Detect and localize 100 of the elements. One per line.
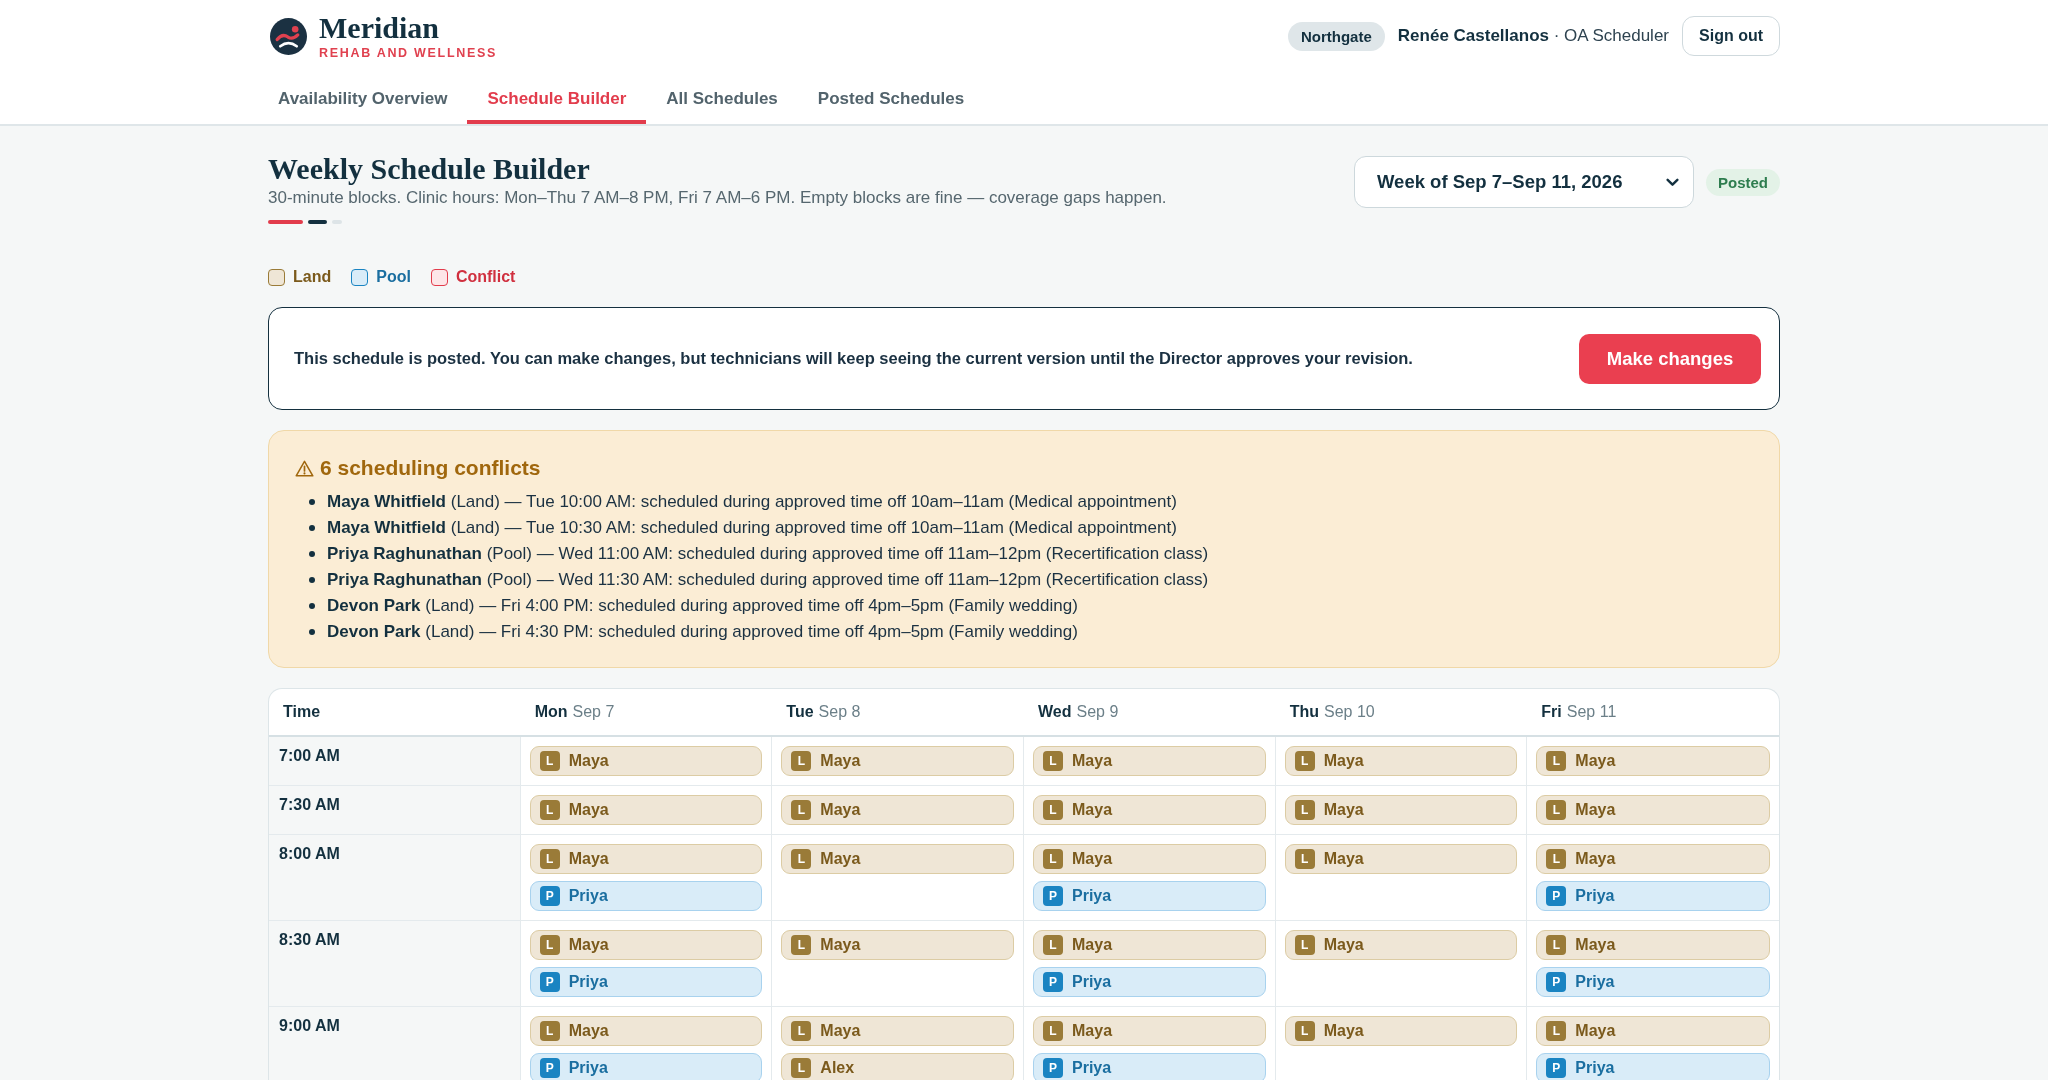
location-badge: Northgate — [1287, 21, 1385, 51]
shift-type-tag: L — [1294, 935, 1315, 955]
shift-type-tag: L — [791, 751, 812, 771]
shift-type-tag: L — [1043, 1021, 1063, 1041]
shift-chip[interactable]: L Maya — [1536, 746, 1770, 776]
shift-type-tag: L — [791, 849, 812, 869]
swatch-icon — [430, 268, 448, 286]
make-changes-button[interactable]: Make changes — [1579, 333, 1761, 384]
nav-tab[interactable]: Posted Schedules — [797, 74, 985, 124]
shift-type-tag: L — [539, 751, 560, 771]
legend-label: Pool — [376, 268, 411, 286]
shift-chip[interactable]: L Maya — [1284, 930, 1518, 960]
shift-chip[interactable]: L Maya — [781, 930, 1014, 960]
shift-type-tag: L — [791, 800, 812, 820]
nav-tab[interactable]: Schedule Builder — [467, 74, 647, 124]
shift-type-tag: L — [539, 800, 560, 820]
shift-chip[interactable]: L Alex — [781, 1053, 1014, 1080]
shift-chip[interactable]: L Maya — [781, 844, 1014, 874]
shift-chip[interactable]: P Priya — [1536, 1053, 1770, 1080]
sign-out-button[interactable]: Sign out — [1682, 16, 1780, 56]
conflict-item: Devon Park (Land) — Fri 4:30 PM: scheduled during approved time off 4pm–5pm (Family wedding) — [327, 622, 1078, 642]
shift-chip[interactable]: P Priya — [1033, 967, 1266, 997]
column-header: Tue Sep 8 — [772, 689, 1024, 737]
shift-type-tag: L — [1546, 849, 1567, 869]
nav-tab[interactable]: All Schedules — [646, 74, 798, 124]
shift-type-tag: L — [791, 935, 812, 955]
warning-icon — [295, 459, 314, 477]
shift-chip[interactable]: L Maya — [1536, 844, 1770, 874]
shift-type-tag: L — [539, 935, 560, 955]
shift-type-tag: P — [1043, 1058, 1063, 1078]
notice-text: This schedule is posted. You can make changes, but technicians will keep seeing the current version until the Director approves your revision. — [294, 349, 1413, 368]
conflicts-title: 6 scheduling conflicts — [320, 456, 541, 480]
shift-chip[interactable]: L Maya — [1033, 930, 1266, 960]
swatch-icon — [268, 268, 285, 286]
shift-type-tag: L — [1294, 751, 1315, 771]
shift-chip[interactable]: L Maya — [1284, 746, 1518, 776]
shift-type-tag: L — [1043, 751, 1063, 771]
conflict-item: Priya Raghunathan (Pool) — Wed 11:00 AM: scheduled during approved time off 11am–12pm (Recertification class) — [327, 544, 1209, 564]
shift-chip[interactable]: L Maya — [1033, 1016, 1266, 1046]
shift-chip[interactable]: P Priya — [529, 1053, 763, 1080]
shift-chip[interactable]: L Maya — [781, 746, 1014, 776]
time-cell: 7:30 AM — [269, 786, 521, 835]
page-subtitle: 30-minute blocks. Clinic hours: Mon–Thu 7 AM–8 PM, Fri 7 AM–6 PM. Empty blocks are fine — coverage gaps happen. — [268, 187, 1167, 209]
shift-chip[interactable]: P Priya — [1033, 1053, 1266, 1080]
shift-chip[interactable]: L Maya — [781, 1016, 1014, 1046]
column-header: Wed Sep 9 — [1024, 689, 1276, 737]
shift-chip[interactable]: P Priya — [529, 881, 763, 911]
shift-type-tag: L — [1546, 751, 1567, 771]
column-header: Thu Sep 10 — [1275, 689, 1528, 737]
shift-type-tag: L — [1043, 935, 1063, 955]
conflict-item: Maya Whitfield (Land) — Tue 10:00 AM: scheduled during approved time off 10am–11am (Medical appointment) — [327, 492, 1177, 512]
shift-chip[interactable]: L Maya — [1033, 746, 1266, 776]
shift-type-tag: P — [1546, 886, 1567, 906]
shift-type-tag: L — [1546, 935, 1567, 955]
shift-chip[interactable]: P Priya — [1033, 881, 1266, 911]
bullet-icon — [309, 551, 315, 557]
shift-chip[interactable]: P Priya — [1536, 967, 1770, 997]
shift-type-tag: L — [539, 849, 560, 869]
shift-type-tag: L — [1043, 800, 1063, 820]
shift-chip[interactable]: L Maya — [1284, 795, 1518, 825]
shift-type-tag: L — [791, 1058, 812, 1078]
shift-chip[interactable]: P Priya — [529, 967, 763, 997]
nav-tab[interactable]: Availability Overview — [258, 74, 468, 124]
shift-chip[interactable]: L Maya — [529, 844, 763, 874]
page-title: Weekly Schedule Builder — [268, 151, 591, 187]
shift-chip[interactable]: L Maya — [1536, 1016, 1770, 1046]
shift-chip[interactable]: L Maya — [781, 795, 1014, 825]
time-cell: 9:00 AM — [269, 1007, 521, 1080]
status-badge: Posted — [1706, 168, 1780, 196]
bullet-icon — [309, 499, 315, 505]
shift-chip[interactable]: L Maya — [1033, 795, 1266, 825]
bullet-icon — [309, 603, 315, 609]
shift-type-tag: P — [539, 1058, 560, 1078]
shift-type-tag: L — [1546, 1021, 1567, 1041]
shift-type-tag: P — [1546, 1058, 1567, 1078]
shift-type-tag: L — [1294, 849, 1315, 869]
brand-tagline: REHAB AND WELLNESS — [319, 45, 498, 60]
shift-chip[interactable]: L Maya — [529, 746, 763, 776]
shift-chip[interactable]: L Maya — [1284, 844, 1518, 874]
shift-type-tag: P — [539, 972, 560, 992]
week-select[interactable]: Week of Sep 7–Sep 11, 2026 — [1354, 156, 1694, 208]
shift-chip[interactable]: L Maya — [529, 930, 763, 960]
shift-chip[interactable]: L Maya — [1536, 795, 1770, 825]
time-cell: 7:00 AM — [269, 737, 521, 786]
shift-chip[interactable]: L Maya — [1033, 844, 1266, 874]
user-info: Renée Castellanos · OA Scheduler — [1397, 26, 1669, 46]
swatch-icon — [351, 268, 369, 286]
column-header: Mon Sep 7 — [520, 689, 773, 737]
chevron-down-icon — [1666, 177, 1679, 187]
shift-type-tag: L — [1294, 800, 1315, 820]
shift-chip[interactable]: L Maya — [1284, 1016, 1518, 1046]
logo-icon — [270, 17, 307, 55]
shift-chip[interactable]: L Maya — [1536, 930, 1770, 960]
shift-chip[interactable]: L Maya — [529, 1016, 763, 1046]
shift-type-tag: L — [1043, 849, 1063, 869]
bullet-icon — [309, 577, 315, 583]
shift-type-tag: P — [1043, 972, 1063, 992]
time-cell: 8:30 AM — [269, 921, 521, 1007]
shift-chip[interactable]: P Priya — [1536, 881, 1770, 911]
shift-chip[interactable]: L Maya — [529, 795, 763, 825]
